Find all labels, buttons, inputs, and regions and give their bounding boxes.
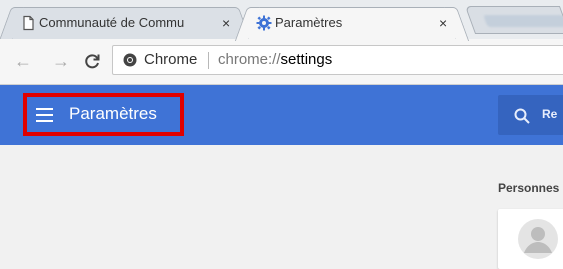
omnibox-chip: Chrome [144,51,198,68]
blurred-tab-title [483,15,563,27]
settings-content: Personnes [0,145,563,269]
tab-blurred[interactable] [464,6,563,34]
forward-icon[interactable]: → [52,50,70,72]
search-icon [514,108,530,124]
people-card [498,209,563,269]
tab-title: Paramètres [275,15,343,30]
tab-inner: Communauté de Commu × [17,14,233,32]
omnibox-divider [208,52,209,69]
page-icon [23,15,34,31]
search-input[interactable]: Re [542,107,557,121]
gear-icon [256,15,272,31]
avatar[interactable] [518,219,558,259]
tab-communaute[interactable]: Communauté de Commu × [12,7,238,39]
section-title: Personnes [498,181,560,195]
omnibox[interactable]: Chrome chrome://settings [112,45,563,75]
tab-strip: Communauté de Commu × Paramètres × [0,0,563,39]
tab-title: Communauté de Commu [39,15,185,30]
chrome-icon [123,53,137,67]
settings-header: Paramètres Re [0,85,563,145]
url-host: settings [280,51,333,68]
toolbar: ← → Chrome chrome://settings [0,39,563,85]
close-icon[interactable]: × [222,14,230,32]
reload-icon[interactable] [83,52,101,70]
tab-parametres[interactable]: Paramètres × [248,7,456,39]
close-icon[interactable]: × [439,14,447,32]
search-box[interactable]: Re [498,95,563,135]
url-text[interactable]: chrome://settings [218,51,332,68]
back-icon[interactable]: ← [14,50,32,72]
url-scheme: chrome:// [218,51,281,68]
tab-inner: Paramètres × [253,14,451,32]
highlight-annotation [23,93,184,136]
